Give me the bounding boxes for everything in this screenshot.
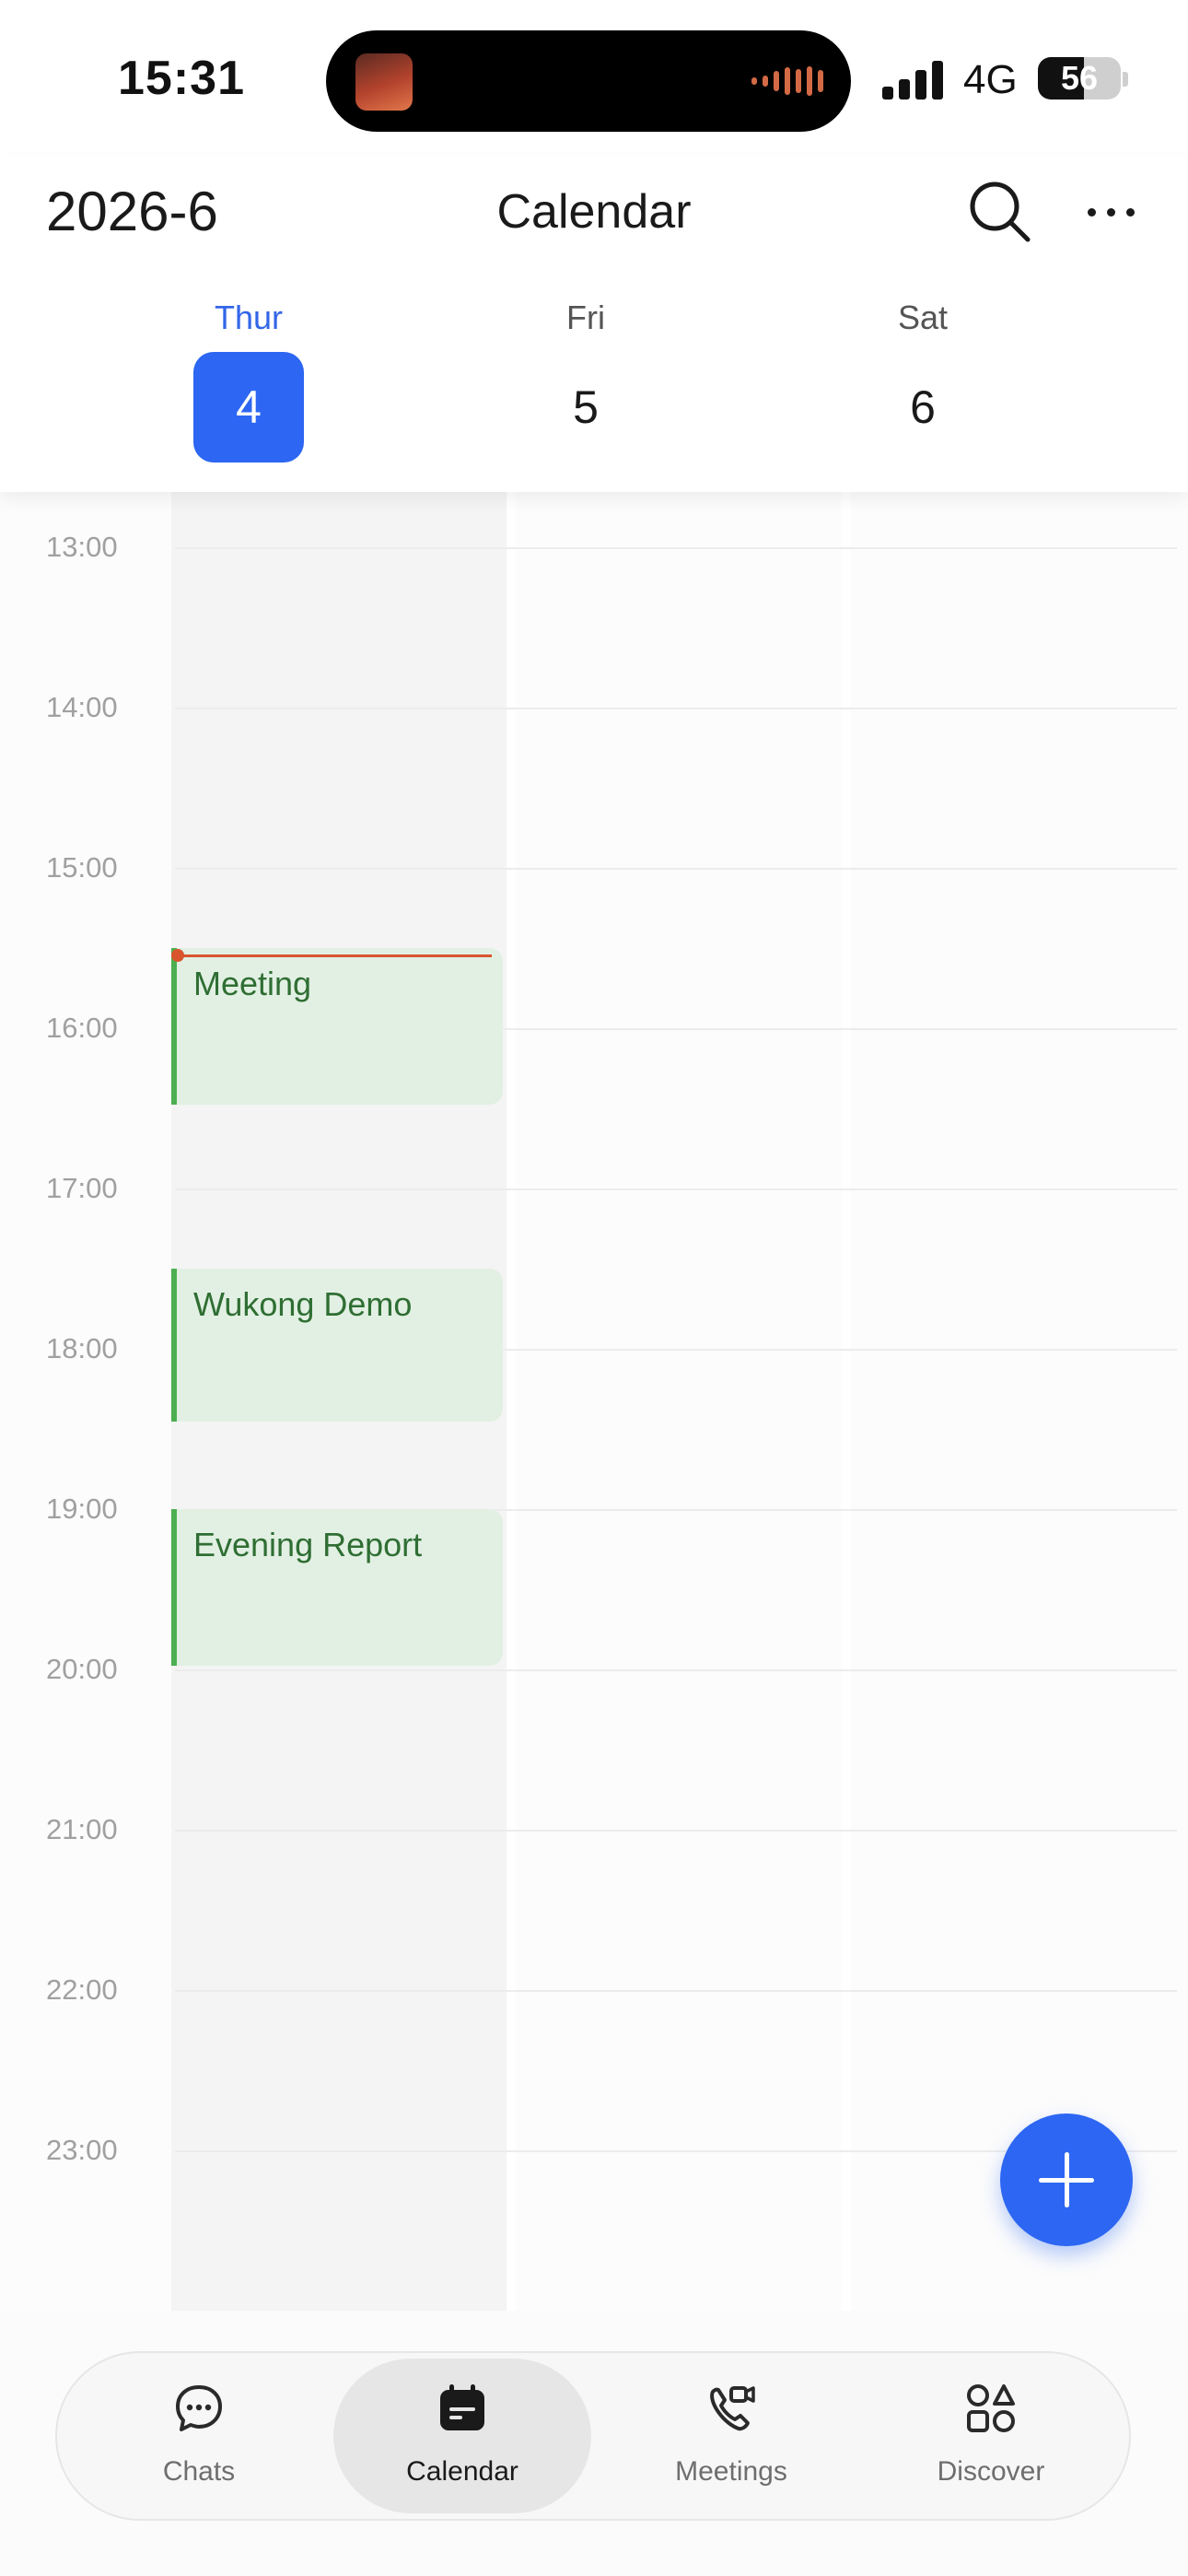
day-header-thu[interactable]: Thur 4 <box>147 295 350 463</box>
hour-label: 17:00 <box>46 1172 118 1204</box>
event-title: Wukong Demo <box>193 1285 413 1323</box>
hour-gridline <box>175 1830 1177 1832</box>
tab-meetings[interactable]: Meetings <box>602 2359 860 2513</box>
more-button[interactable] <box>1076 177 1146 247</box>
event-title: Evening Report <box>193 1526 423 1563</box>
day-of-week: Thur <box>214 299 284 336</box>
discover-icon <box>967 2384 1015 2432</box>
hour-label: 22:00 <box>46 1973 118 2006</box>
hour-label: 13:00 <box>46 531 118 563</box>
hour-row: 21:00 <box>0 1813 1188 1845</box>
day-number: 6 <box>910 381 936 433</box>
cellular-signal-icon <box>882 59 945 100</box>
hour-label: 20:00 <box>46 1653 118 1685</box>
battery-cap <box>1123 72 1128 87</box>
tab-label: Meetings <box>675 2456 787 2487</box>
column-divider <box>842 492 851 2311</box>
meeting-icon <box>710 2386 755 2431</box>
chat-icon <box>176 2385 222 2431</box>
hour-gridline <box>175 708 1177 709</box>
timeline-grid[interactable]: 13:00 14:00 15:00 16:00 17:00 18:00 19:0… <box>0 492 1188 2311</box>
hour-label: 14:00 <box>46 691 118 723</box>
hour-gridline <box>175 1188 1177 1190</box>
hour-row: 14:00 <box>0 691 1188 723</box>
now-playing-artwork-icon <box>355 53 413 111</box>
hour-label: 21:00 <box>46 1813 118 1845</box>
hour-gridline <box>175 868 1177 870</box>
hour-gridline <box>175 1669 1177 1671</box>
calendar-header: 2026-6 Calendar Thur 4 Fri 5 Sat 6 <box>0 157 1188 492</box>
hour-row: 13:00 <box>0 531 1188 563</box>
status-time: 15:31 <box>118 52 245 105</box>
calendar-icon <box>440 2384 484 2430</box>
hour-row: 20:00 <box>0 1653 1188 1685</box>
tab-discover[interactable]: Discover <box>862 2359 1120 2513</box>
hour-row: 15:00 <box>0 851 1188 884</box>
search-button[interactable] <box>965 177 1035 247</box>
event-meeting[interactable]: Meeting <box>171 948 503 1105</box>
current-time-dot <box>171 949 184 962</box>
event-wukong-demo[interactable]: Wukong Demo <box>171 1269 503 1422</box>
audio-waveform-icon <box>751 64 823 98</box>
day-header-fri[interactable]: Fri 5 <box>484 295 687 463</box>
battery-level: 56 <box>1060 59 1099 97</box>
battery-icon: 56 <box>1038 57 1121 100</box>
hour-row: 17:00 <box>0 1172 1188 1204</box>
day-number-selected: 4 <box>193 352 304 463</box>
event-evening-report[interactable]: Evening Report <box>171 1509 503 1666</box>
hour-label: 15:00 <box>46 851 118 884</box>
tab-label: Calendar <box>406 2456 518 2487</box>
bottom-tab-bar: Chats Calendar Meetings Discover <box>55 2351 1131 2521</box>
event-title: Meeting <box>193 965 312 1002</box>
hour-label: 19:00 <box>46 1493 118 1525</box>
hour-gridline <box>175 1990 1177 1992</box>
tab-calendar[interactable]: Calendar <box>333 2359 591 2513</box>
hour-label: 16:00 <box>46 1012 118 1044</box>
day-number: 5 <box>573 381 599 433</box>
more-icon <box>1087 207 1096 217</box>
network-type: 4G <box>963 57 1018 102</box>
column-divider <box>507 492 516 2311</box>
hour-label: 23:00 <box>46 2134 118 2166</box>
hour-label: 18:00 <box>46 1332 118 1364</box>
tab-label: Chats <box>162 2456 236 2487</box>
hour-gridline <box>175 547 1177 549</box>
status-bar: 15:31 4G 56 <box>0 0 1188 157</box>
tab-label: Discover <box>937 2456 1045 2487</box>
day-of-week: Fri <box>566 299 605 336</box>
add-event-button[interactable] <box>1000 2113 1133 2246</box>
day-of-week: Sat <box>897 299 949 336</box>
current-time-indicator <box>177 954 492 957</box>
search-icon <box>970 181 1031 242</box>
hour-row: 22:00 <box>0 1973 1188 2006</box>
day-header-sat[interactable]: Sat 6 <box>821 295 1024 463</box>
tab-chats[interactable]: Chats <box>70 2359 328 2513</box>
dynamic-island <box>326 30 851 132</box>
